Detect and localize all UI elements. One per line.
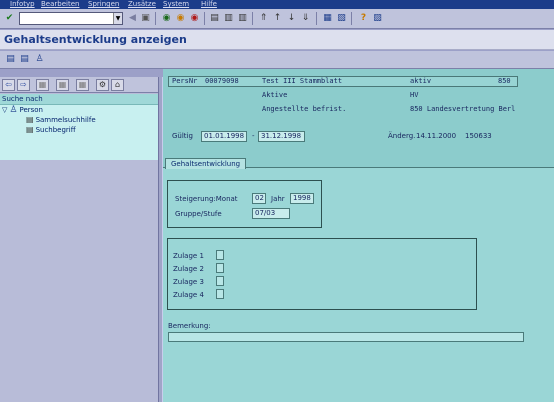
group-level-label: Gruppe/Stufe: [175, 210, 222, 218]
tree-item-sammelsuchhilfe[interactable]: ▤ Sammelsuchhilfe: [26, 115, 96, 125]
employee-code: 850: [498, 77, 511, 85]
raise-year-label: Jahr: [271, 195, 285, 203]
document-icon: ▤: [26, 125, 34, 134]
nav-refresh-icon[interactable]: ▦: [56, 79, 69, 91]
menu-bar: Infotyp Bearbeiten Springen Zusätze Syst…: [0, 0, 554, 9]
valid-from-field[interactable]: 01.01.1998: [201, 131, 247, 142]
navigator-toolbar: ⇦ ⇨ ▦ ▦ ▦ ⚙ ⌂: [0, 77, 158, 93]
person-icon[interactable]: ♙: [33, 53, 46, 66]
toolbar-separator: [155, 12, 156, 25]
toolbar-separator: [351, 12, 352, 25]
search-tree: Suche nach ▽ ♙ Person ▤ Sammelsuchhilfe …: [0, 94, 158, 160]
search-tree-header: Suche nach: [0, 94, 158, 105]
allowance-3-field[interactable]: [216, 276, 224, 286]
nav-settings-icon[interactable]: ⚙: [96, 79, 109, 91]
menu-springen[interactable]: Springen: [88, 0, 119, 9]
list-icon[interactable]: ▤: [18, 53, 31, 66]
application-toolbar: ▤ ▤ ♙: [0, 51, 554, 69]
valid-separator: -: [252, 132, 255, 140]
allowance-1-label: Zulage 1: [173, 252, 204, 260]
tree-item-label: Suchbegriff: [35, 126, 76, 134]
print-icon[interactable]: ▤: [208, 12, 221, 25]
valid-to-field[interactable]: 31.12.1998: [258, 131, 305, 142]
layout-menu-icon[interactable]: ▨: [371, 12, 384, 25]
prev-entry-icon[interactable]: ◀: [126, 12, 139, 25]
find-next-icon[interactable]: ▥: [236, 12, 249, 25]
prev-page-icon[interactable]: ↑: [271, 12, 284, 25]
new-session-icon[interactable]: ▦: [321, 12, 334, 25]
persnr-label: PersNr: [172, 77, 198, 85]
contract-type: Angestellte befrist.: [262, 105, 347, 113]
tree-item-person[interactable]: ▽ ♙ Person: [2, 105, 43, 115]
command-field[interactable]: ▼: [19, 12, 123, 25]
group-level-field[interactable]: 07/03: [252, 208, 290, 219]
nav-back-icon[interactable]: ⇦: [2, 79, 15, 91]
tree-item-label: Person: [19, 106, 43, 114]
save-icon[interactable]: ▣: [139, 12, 152, 25]
raise-group: [167, 180, 322, 228]
nav-close-icon[interactable]: ⌂: [111, 79, 124, 91]
toolbar-separator: [204, 12, 205, 25]
overview-icon[interactable]: ▤: [4, 53, 17, 66]
main-area: PersNr 00079098 Test III Stammblatt akti…: [163, 69, 554, 402]
tree-item-label: Sammelsuchhilfe: [35, 116, 96, 124]
raise-month-field[interactable]: 02: [252, 193, 266, 204]
last-page-icon[interactable]: ⇓: [299, 12, 312, 25]
personnel-area: 850 Landesvertretung Berl: [410, 105, 516, 113]
shortcut-icon[interactable]: ▧: [335, 12, 348, 25]
remark-field[interactable]: [168, 332, 524, 342]
tree-item-suchbegriff[interactable]: ▤ Suchbegriff: [26, 125, 76, 135]
nav-collapse-icon[interactable]: ▦: [76, 79, 89, 91]
object-navigator: ⇦ ⇨ ▦ ▦ ▦ ⚙ ⌂ Suche nach ▽ ♙ Person ▤ Sa…: [0, 77, 158, 402]
changed-user: 150633: [465, 132, 492, 140]
nav-open-icon[interactable]: ▦: [36, 79, 49, 91]
toolbar-separator: [316, 12, 317, 25]
changed-label: Änderg.: [388, 132, 416, 140]
allowance-group: [167, 238, 477, 310]
tab-gehaltsentwicklung[interactable]: Gehaltsentwicklung: [165, 158, 247, 169]
back-icon[interactable]: ◉: [160, 12, 173, 25]
raise-month-label: Steigerung:Monat: [175, 195, 238, 203]
next-page-icon[interactable]: ↓: [285, 12, 298, 25]
people-icon: ♙: [9, 105, 18, 115]
allowance-4-field[interactable]: [216, 289, 224, 299]
menu-infotyp[interactable]: Infotyp: [10, 0, 35, 9]
standard-toolbar: ✔ ▼ ◀ ▣ ◉ ◉ ◉ ▤ ▥ ▥ ⇑ ↑ ↓ ⇓ ▦ ▧ ? ▨: [0, 9, 554, 29]
toolbar-separator: [252, 12, 253, 25]
employee-status: aktiv: [410, 77, 432, 85]
collapse-icon[interactable]: ▽: [2, 105, 7, 115]
document-icon: ▤: [26, 115, 34, 124]
remark-label: Bemerkung:: [168, 322, 211, 330]
enter-check-icon[interactable]: ✔: [3, 12, 16, 25]
valid-label: Gültig: [172, 132, 193, 140]
menu-system[interactable]: System: [163, 0, 189, 9]
raise-year-field[interactable]: 1998: [290, 193, 314, 204]
employment-status: Aktive: [262, 91, 288, 99]
menu-zusaetze[interactable]: Zusätze: [128, 0, 156, 9]
menu-hilfe[interactable]: Hilfe: [201, 0, 217, 9]
employee-name: Test III Stammblatt: [262, 77, 343, 85]
command-history-dropdown-icon[interactable]: ▼: [113, 13, 122, 24]
persnr-value: 00079098: [205, 77, 239, 85]
allowance-2-label: Zulage 2: [173, 265, 204, 273]
find-icon[interactable]: ▥: [222, 12, 235, 25]
title-bar: Gehaltsentwicklung anzeigen: [0, 30, 554, 50]
exit-icon[interactable]: ◉: [174, 12, 187, 25]
nav-forward-icon[interactable]: ⇨: [17, 79, 30, 91]
changed-date: 14.11.2000: [416, 132, 457, 140]
allowance-4-label: Zulage 4: [173, 291, 204, 299]
menu-bearbeiten[interactable]: Bearbeiten: [41, 0, 79, 9]
help-icon[interactable]: ?: [357, 12, 370, 25]
allowance-1-field[interactable]: [216, 250, 224, 260]
allowance-3-label: Zulage 3: [173, 278, 204, 286]
allowance-2-field[interactable]: [216, 263, 224, 273]
employment-code: HV: [410, 91, 419, 99]
tab-panel: Gehaltsentwicklung Steigerung:Monat 02 J…: [163, 158, 554, 402]
page-title: Gehaltsentwicklung anzeigen: [4, 33, 187, 46]
first-page-icon[interactable]: ⇑: [257, 12, 270, 25]
cancel-icon[interactable]: ◉: [188, 12, 201, 25]
